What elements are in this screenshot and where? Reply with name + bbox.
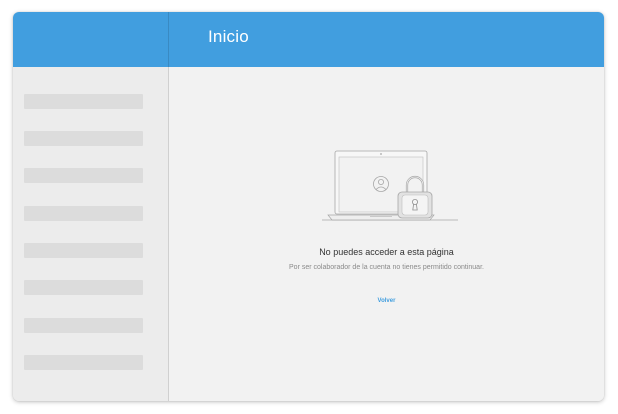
sidebar-item-placeholder[interactable] bbox=[24, 280, 143, 295]
back-link[interactable]: Volver bbox=[169, 298, 604, 304]
sidebar-item-placeholder[interactable] bbox=[24, 94, 143, 109]
sidebar-item-placeholder[interactable] bbox=[24, 131, 143, 146]
top-header: Inicio bbox=[13, 12, 604, 67]
main-content: No puedes acceder a esta página Por ser … bbox=[169, 67, 604, 401]
sidebar-item-placeholder[interactable] bbox=[24, 168, 143, 183]
sidebar-item-placeholder[interactable] bbox=[24, 355, 143, 370]
access-denied-title: No puedes acceder a esta página bbox=[319, 247, 454, 257]
sidebar-item-placeholder[interactable] bbox=[24, 318, 143, 333]
laptop-icon bbox=[322, 150, 458, 221]
page-title: Inicio bbox=[208, 27, 249, 46]
app-window: Inicio No puedes acceder a esta página P… bbox=[13, 12, 604, 401]
sidebar-item-placeholder[interactable] bbox=[24, 243, 143, 258]
locked-laptop-illustration bbox=[322, 150, 458, 221]
access-denied-description: Por ser colaborador de la cuenta no tien… bbox=[289, 264, 484, 271]
header-divider bbox=[168, 12, 169, 67]
sidebar-item-placeholder[interactable] bbox=[24, 206, 143, 221]
sidebar bbox=[13, 67, 169, 401]
